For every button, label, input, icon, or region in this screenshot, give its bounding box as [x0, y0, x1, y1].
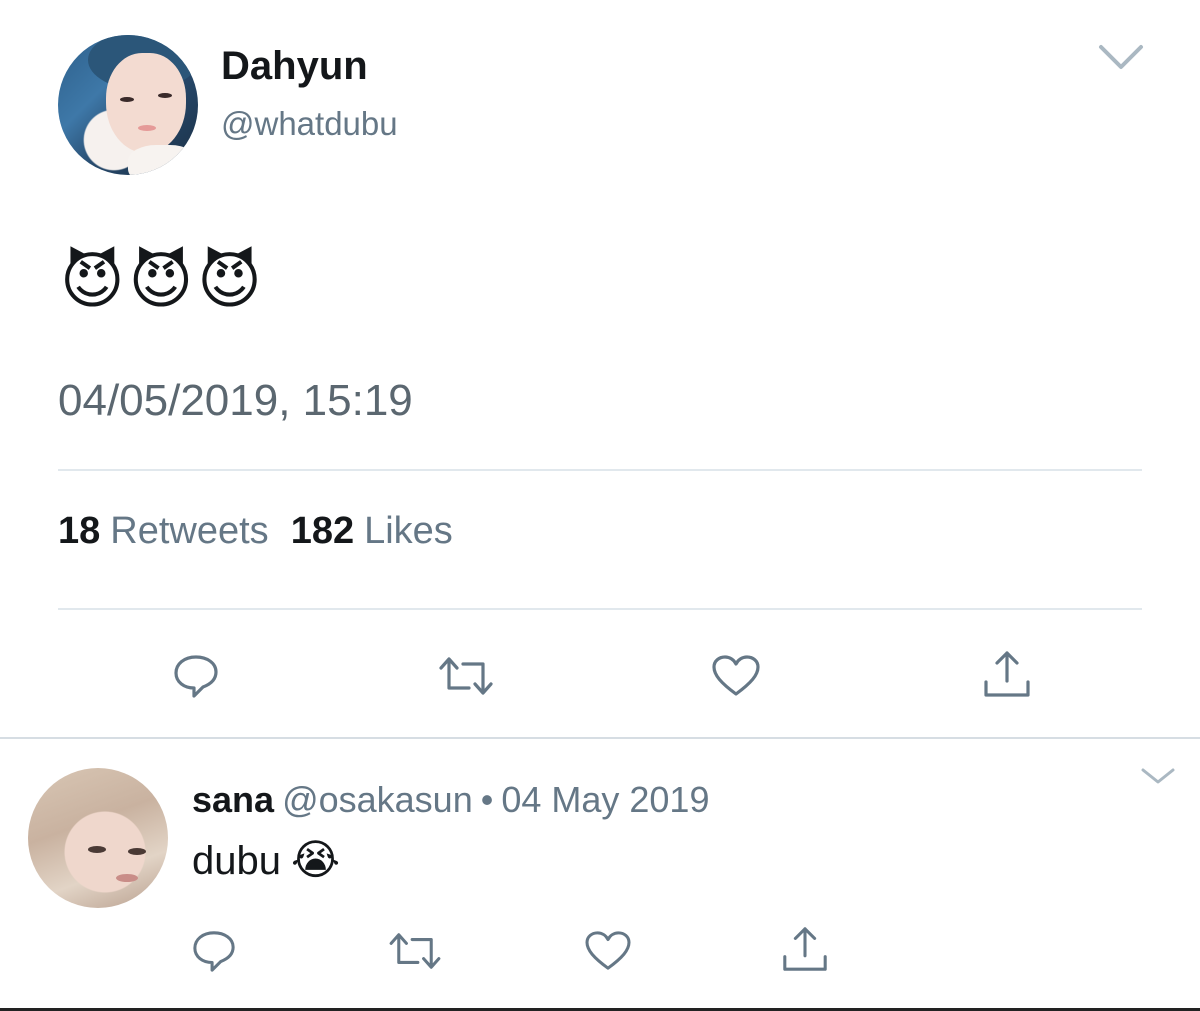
author-display-name[interactable]: Dahyun — [221, 44, 368, 89]
reply-reply-button[interactable] — [186, 926, 242, 976]
like-icon — [585, 931, 631, 970]
reply-icon — [174, 655, 218, 698]
reply-emoji: 😭 — [290, 836, 341, 883]
likes-label[interactable]: Likes — [364, 510, 453, 552]
reply-date[interactable]: 04 May 2019 — [501, 779, 709, 820]
author-avatar[interactable] — [58, 35, 198, 175]
share-button[interactable] — [976, 646, 1038, 702]
reply-button[interactable] — [166, 650, 226, 702]
divider — [58, 608, 1142, 610]
reply-author-avatar[interactable] — [28, 768, 168, 908]
reply-share-button[interactable] — [776, 922, 834, 976]
divider — [58, 469, 1142, 471]
share-icon — [984, 651, 1030, 697]
divider — [0, 737, 1200, 739]
share-icon — [783, 927, 827, 971]
tweet-timestamp: 04/05/2019, 15:19 — [58, 376, 413, 425]
reply-icon — [193, 931, 235, 972]
reply-header: sana @osakasun • 04 May 2019 — [192, 779, 709, 821]
avatar-eye — [120, 97, 134, 102]
tweet-stats: 18 Retweets 182 Likes — [58, 510, 475, 553]
retweets-count[interactable]: 18 — [58, 510, 100, 552]
like-icon — [712, 655, 760, 696]
separator-dot: • — [480, 779, 494, 820]
reply-like-button[interactable] — [580, 926, 636, 976]
avatar-eye — [158, 93, 172, 98]
avatar-face — [106, 53, 186, 153]
retweets-label[interactable]: Retweets — [110, 510, 268, 552]
tweet-menu-chevron-down-icon[interactable] — [1098, 42, 1144, 72]
reply-text-body: dubu — [192, 839, 281, 883]
reply-display-name[interactable]: sana — [192, 779, 274, 820]
like-button[interactable] — [706, 650, 766, 702]
retweet-icon — [389, 933, 441, 969]
retweet-icon — [439, 657, 493, 695]
avatar-eye — [128, 848, 146, 855]
retweet-button[interactable] — [434, 650, 498, 702]
avatar-mouth — [116, 874, 138, 882]
avatar-eye — [88, 846, 106, 853]
tweet-text: 😈😈😈 — [60, 247, 266, 316]
likes-count[interactable]: 182 — [291, 510, 354, 552]
avatar-mouth — [138, 125, 156, 131]
reply-text: dubu 😭 — [192, 835, 340, 884]
reply-retweet-button[interactable] — [384, 926, 446, 976]
avatar-collar — [128, 145, 198, 175]
author-handle[interactable]: @whatdubu — [221, 105, 398, 143]
reply-handle[interactable]: @osakasun — [282, 779, 473, 820]
reply-menu-chevron-down-icon[interactable] — [1140, 765, 1176, 787]
